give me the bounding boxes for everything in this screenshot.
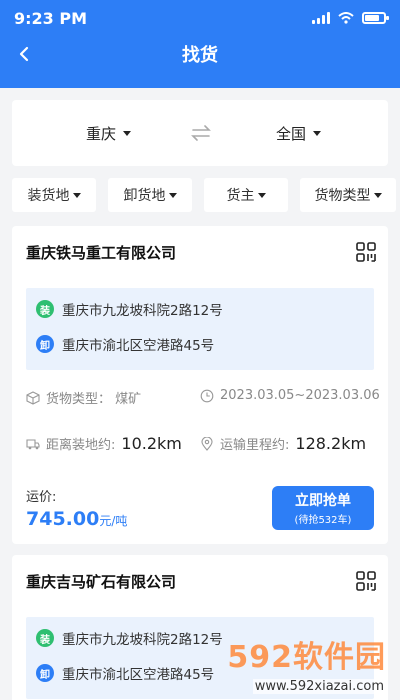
route-from-label: 重庆 [86, 124, 117, 143]
status-time: 9:23 PM [14, 8, 88, 28]
swap-icon[interactable] [190, 122, 212, 144]
unload-badge: 卸 [36, 335, 54, 353]
filter-label: 货主 [226, 188, 255, 204]
transport-label: 运输里程约: [220, 438, 290, 453]
back-arrow-icon [19, 46, 29, 62]
signal-icon [312, 12, 330, 24]
load-address: 装 重庆市九龙坡科院2路12号 [36, 298, 223, 320]
page-title: 找货 [182, 45, 218, 66]
route-to-label: 全国 [276, 124, 307, 143]
cargo-card[interactable]: 重庆铁马重工有限公司 装 重庆市九龙坡科院2路12号 卸 重庆市渝北区空港路45… [12, 226, 388, 544]
status-icons [312, 12, 389, 24]
address-box: 装 重庆市九龙坡科院2路12号 卸 重庆市渝北区空港路45号 [26, 288, 374, 370]
nav-bar: 找货 [0, 34, 400, 74]
watermark-url: www.592xiazai.com [252, 679, 386, 694]
filter-label: 装货地 [27, 188, 70, 204]
cargo-type: 货物类型： 煤矿 [26, 388, 141, 407]
route-to-dropdown[interactable]: 全国 [276, 100, 322, 166]
caret-down-icon [168, 192, 177, 198]
filter-unload-place[interactable]: 卸货地 [108, 178, 192, 212]
qr-code-icon[interactable] [356, 242, 376, 262]
transport-distance: 运输里程约: 128.2km [200, 434, 366, 453]
cube-icon [26, 390, 40, 405]
price-unit: 元/吨 [99, 514, 128, 528]
wifi-icon [338, 12, 354, 24]
company-name: 重庆吉马矿石有限公司 [26, 573, 177, 591]
cargo-type-text: 货物类型： 煤矿 [46, 392, 142, 407]
caret-down-icon [373, 192, 382, 198]
watermark: 592软件园 www.592xiazai.com [192, 632, 392, 694]
date-range: 2023.03.05~2023.03.06 [200, 388, 380, 403]
unload-address: 卸 重庆市渝北区空港路45号 [36, 662, 214, 684]
filter-label: 货物类型 [314, 188, 371, 204]
unload-address: 卸 重庆市渝北区空港路45号 [36, 333, 214, 355]
caret-down-icon [123, 130, 132, 136]
qr-code-icon[interactable] [356, 571, 376, 591]
back-button[interactable] [8, 38, 40, 70]
truck-icon [26, 438, 40, 449]
filter-label: 卸货地 [123, 188, 166, 204]
filter-bar: 装货地 卸货地 货主 货物类型 [12, 178, 400, 212]
unload-address-text: 重庆市渝北区空港路45号 [62, 338, 215, 354]
watermark-logo-text: 592软件园 [227, 640, 386, 675]
app-header: 9:23 PM 找货 [0, 0, 400, 88]
status-bar: 9:23 PM [14, 6, 389, 30]
caret-down-icon [257, 192, 266, 198]
grab-order-label: 立即抢单 [295, 493, 351, 509]
filter-cargo-type[interactable]: 货物类型 [300, 178, 396, 212]
price-value: 745.00 [26, 508, 100, 530]
unload-badge: 卸 [36, 664, 54, 682]
price-label: 运价: [26, 490, 57, 505]
load-address-text: 重庆市九龙坡科院2路12号 [62, 303, 223, 319]
filter-load-place[interactable]: 装货地 [12, 178, 96, 212]
distance-value: 10.2km [121, 434, 182, 453]
location-pin-icon [201, 436, 213, 451]
remaining-trucks: (待抢532车) [294, 515, 352, 526]
route-from-dropdown[interactable]: 重庆 [86, 100, 132, 166]
route-selector: 重庆 全国 [12, 100, 388, 166]
caret-down-icon [72, 192, 81, 198]
clock-icon [200, 389, 214, 402]
date-range-text: 2023.03.05~2023.03.06 [220, 388, 380, 403]
load-badge: 装 [36, 300, 54, 318]
grab-order-button[interactable]: 立即抢单 (待抢532车) [272, 486, 374, 530]
load-badge: 装 [36, 629, 54, 647]
caret-down-icon [313, 130, 322, 136]
battery-icon [362, 12, 389, 24]
distance-label: 距离装地约: [46, 438, 116, 453]
filter-shipper[interactable]: 货主 [204, 178, 288, 212]
transport-value: 128.2km [295, 434, 367, 453]
distance-to-load: 距离装地约: 10.2km [26, 434, 182, 453]
price: 745.00元/吨 [26, 508, 127, 530]
company-name: 重庆铁马重工有限公司 [26, 244, 177, 262]
